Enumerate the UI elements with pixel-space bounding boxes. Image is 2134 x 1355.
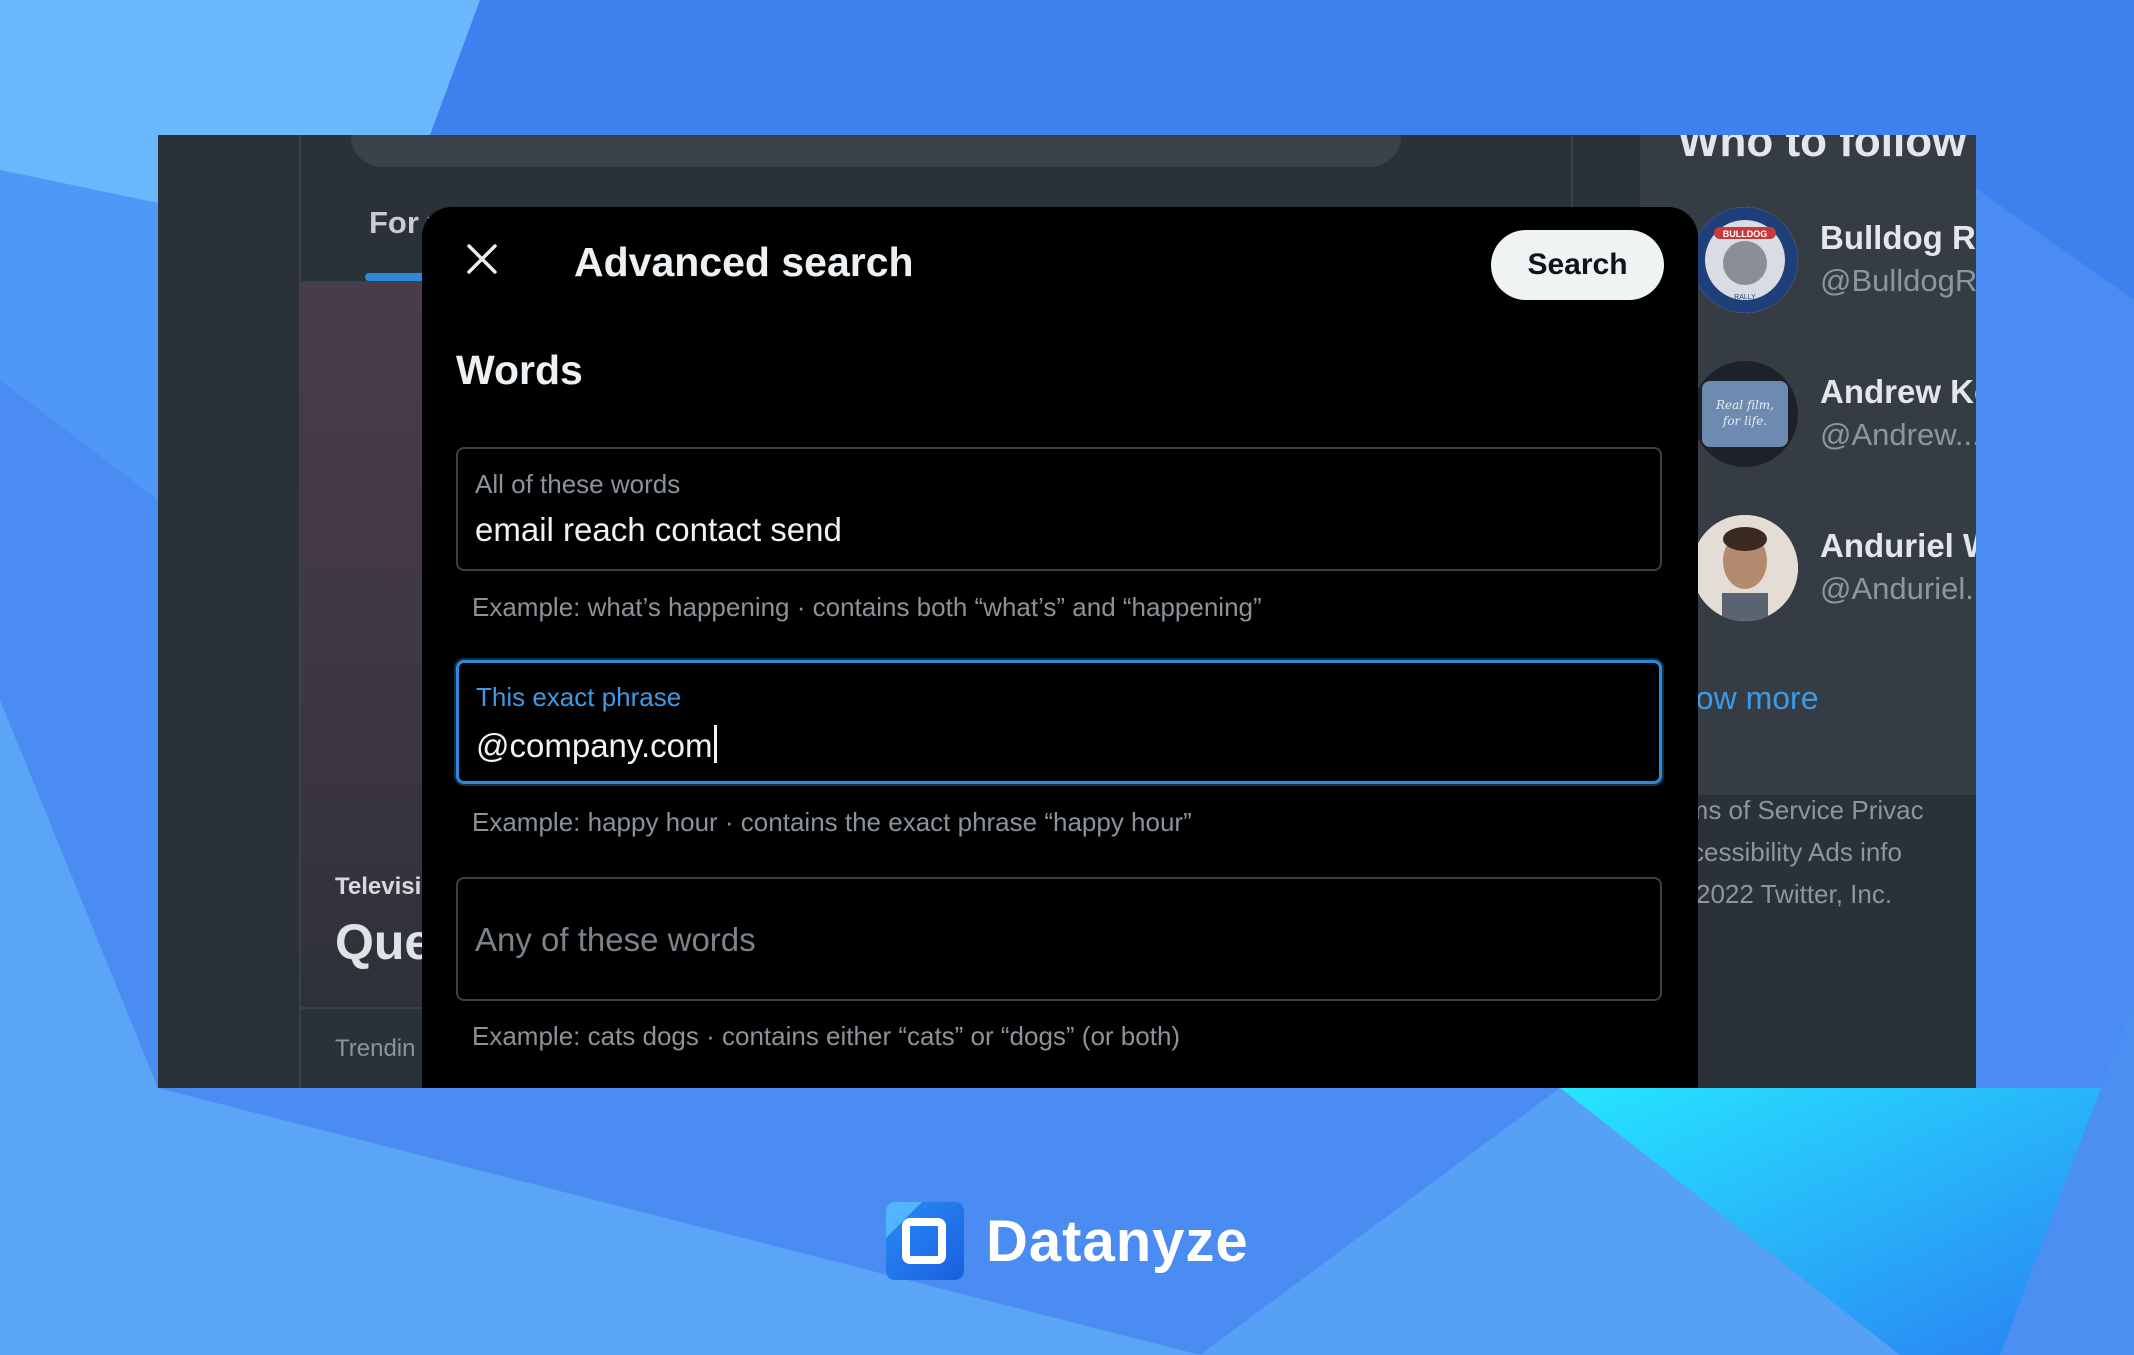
brand-name: Datanyze xyxy=(986,1208,1249,1274)
datanyze-logo-icon xyxy=(886,1202,964,1280)
svg-text:BULLDOG: BULLDOG xyxy=(1723,229,1768,239)
footer-links[interactable]: rms of Service Privac xyxy=(1678,795,1924,826)
any-of-these-words-field[interactable]: Any of these words xyxy=(456,877,1662,1001)
who-to-follow-title: Who to follow xyxy=(1678,135,1967,166)
field-hint: Example: happy hour · contains the exact… xyxy=(472,807,1192,837)
follow-name[interactable]: Bulldog Ral xyxy=(1820,219,1976,257)
follow-suggestion[interactable]: Anduriel Wi @Anduriel... xyxy=(1692,515,1976,625)
close-button[interactable] xyxy=(452,229,512,289)
trending-label: Trendin xyxy=(335,1035,416,1062)
real-film-logo-icon[interactable]: Real film, for life. xyxy=(1692,361,1798,467)
follow-handle[interactable]: @Anduriel... xyxy=(1820,571,1976,607)
svg-text:RALLY: RALLY xyxy=(1734,294,1756,301)
footer-links[interactable]: ccessibility Ads info xyxy=(1678,837,1902,868)
all-of-these-words-field[interactable]: All of these words email reach contact s… xyxy=(456,447,1662,571)
field-label: All of these words xyxy=(475,469,681,499)
datanyze-brand: Datanyze xyxy=(882,1196,1249,1286)
advanced-search-dialog: Advanced search Search Words All of thes… xyxy=(422,207,1698,1088)
follow-handle[interactable]: @Andrew... xyxy=(1820,417,1976,453)
person-photo-icon[interactable] xyxy=(1692,515,1798,621)
field-placeholder[interactable]: Any of these words xyxy=(475,921,756,959)
field-hint: Example: what’s happening · contains bot… xyxy=(472,592,1262,622)
follow-name[interactable]: Andrew Kel xyxy=(1820,373,1976,411)
follow-name[interactable]: Anduriel Wi xyxy=(1820,527,1976,565)
follow-handle[interactable]: @BulldogR.. xyxy=(1820,263,1976,299)
svg-text:for life.: for life. xyxy=(1722,414,1767,428)
follow-suggestion[interactable]: BULLDOG RALLY Bulldog Ral @BulldogR.. xyxy=(1692,207,1976,317)
trend-category: Televisi xyxy=(335,873,422,900)
twitter-screenshot: For y Televisi Que Trendin Who to follow… xyxy=(158,135,1976,1088)
field-hint: Example: cats dogs · contains either “ca… xyxy=(472,1021,1181,1051)
follow-suggestion[interactable]: Real film, for life. Andrew Kel @Andrew.… xyxy=(1692,361,1976,471)
feed-search-bar[interactable] xyxy=(351,135,1401,167)
field-value[interactable]: email reach contact send xyxy=(475,511,842,549)
svg-text:Real film,: Real film, xyxy=(1715,398,1774,412)
footer-copyright: 2022 Twitter, Inc. xyxy=(1696,879,1893,909)
field-value[interactable]: @company.com xyxy=(476,725,718,765)
text-cursor xyxy=(714,725,718,763)
trend-headline[interactable]: Que xyxy=(335,913,432,971)
dialog-title: Advanced search xyxy=(574,239,914,285)
section-title-words: Words xyxy=(456,347,583,393)
bulldog-rally-logo-icon[interactable]: BULLDOG RALLY xyxy=(1692,207,1798,313)
close-icon[interactable] xyxy=(465,242,499,276)
show-more-link[interactable]: how more xyxy=(1678,680,1819,717)
field-label: This exact phrase xyxy=(476,682,682,712)
field-value-text[interactable]: @company.com xyxy=(476,727,712,764)
exact-phrase-field[interactable]: This exact phrase @company.com xyxy=(456,660,1662,784)
search-button[interactable]: Search xyxy=(1491,230,1664,300)
left-nav-column xyxy=(158,135,299,1088)
